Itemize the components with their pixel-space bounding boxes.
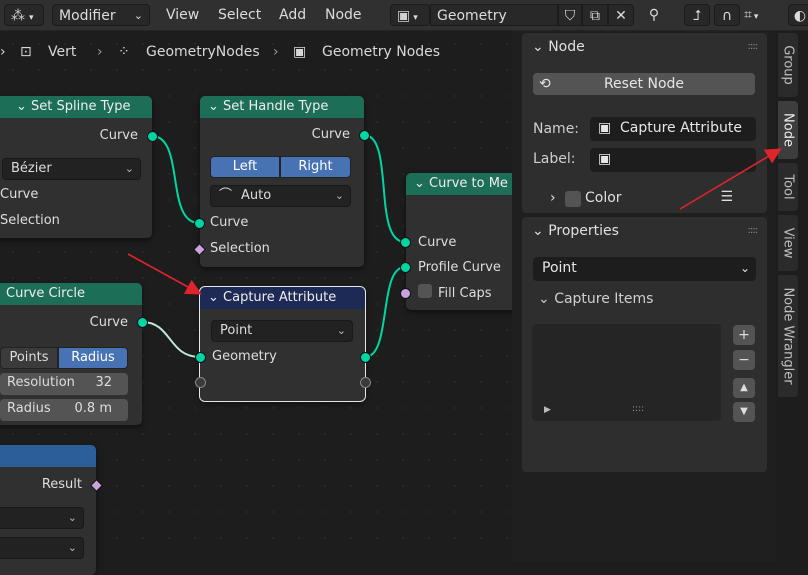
annotation-overlay	[127, 148, 782, 295]
annotation-arrow-capture	[127, 253, 202, 295]
annotation-arrow-node-tab	[679, 148, 782, 210]
